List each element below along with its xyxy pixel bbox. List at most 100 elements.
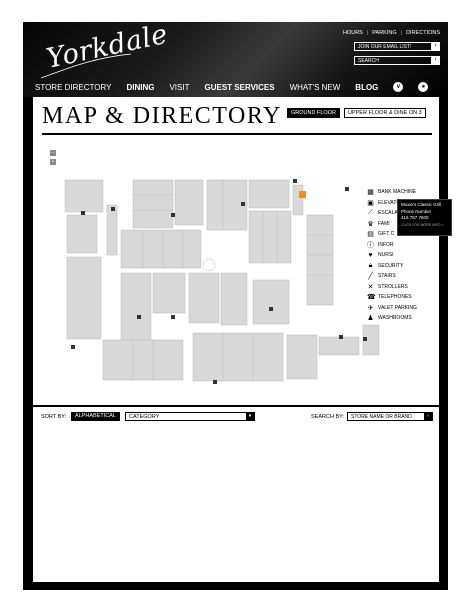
map-store[interactable] bbox=[286, 334, 318, 380]
email-signup-field[interactable]: JOIN OUR EMAIL LIST! › bbox=[354, 42, 440, 51]
map-store[interactable] bbox=[318, 336, 360, 356]
zoom-out-button[interactable]: − bbox=[50, 150, 56, 156]
legend-label: FAMI bbox=[378, 220, 390, 227]
legend-label: INFOR bbox=[378, 241, 394, 248]
map-store[interactable] bbox=[292, 184, 304, 216]
nav-blog[interactable]: BLOG bbox=[355, 83, 378, 92]
map-store[interactable] bbox=[306, 214, 334, 306]
legend-label: TELEPHONES bbox=[378, 294, 412, 301]
legend-washrooms[interactable]: ♟ WASHROOMS bbox=[367, 313, 417, 324]
site-search-input[interactable]: SEARCH › bbox=[354, 56, 440, 65]
stroller-icon: ✕ bbox=[367, 283, 374, 291]
map-store[interactable] bbox=[66, 256, 102, 340]
map-store[interactable] bbox=[192, 332, 284, 382]
legend-strollers[interactable]: ✕ STROLLERS bbox=[367, 282, 417, 293]
nav-whats-new[interactable]: WHAT'S NEW bbox=[290, 83, 341, 92]
valet-icon: ✈ bbox=[367, 304, 374, 312]
store-search-input[interactable]: STORE NAME OR BRAND › bbox=[347, 412, 433, 421]
popup-store-name: Moxie's Classic Grill bbox=[401, 202, 442, 207]
map-store[interactable] bbox=[132, 179, 174, 229]
parking-link[interactable]: PARKING bbox=[372, 30, 396, 36]
stroller-icon bbox=[213, 380, 217, 384]
title-divider bbox=[42, 133, 432, 135]
legend-telephones[interactable]: ☎ TELEPHONES bbox=[367, 292, 417, 303]
center-court bbox=[202, 258, 216, 272]
telephone-icon bbox=[339, 335, 343, 339]
sort-category-select[interactable]: CATEGORY ▾ bbox=[125, 412, 255, 421]
washroom-icon bbox=[171, 315, 175, 319]
chevron-down-icon[interactable]: ▾ bbox=[246, 413, 254, 420]
legend-nursing[interactable]: ♥ NURSI bbox=[367, 250, 417, 261]
legend-label: BANK MACHINE bbox=[378, 189, 417, 196]
sort-bar: SORT BY: ALPHABETICAL CATEGORY ▾ SEARCH … bbox=[33, 407, 439, 427]
hours-link[interactable]: HOURS bbox=[343, 30, 363, 36]
elevator-icon bbox=[71, 345, 75, 349]
site-search-label: SEARCH bbox=[358, 58, 379, 64]
nav-dining[interactable]: DINING bbox=[126, 83, 154, 92]
nav-guest-services[interactable]: GUEST SERVICES bbox=[204, 83, 274, 92]
legend-label: GIFT C bbox=[378, 231, 395, 238]
washroom-icon bbox=[81, 211, 85, 215]
legend-stairs[interactable]: ╱ STAIRS bbox=[367, 271, 417, 282]
search-submit-arrow-icon[interactable]: › bbox=[431, 56, 440, 65]
map-store[interactable] bbox=[220, 272, 248, 326]
sort-alphabetical-button[interactable]: ALPHABETICAL bbox=[71, 412, 120, 421]
search-arrow-icon[interactable]: › bbox=[424, 413, 432, 420]
site-header: Yorkdale HOURS | PARKING | DIRECTIONS JO… bbox=[23, 19, 448, 97]
popup-more-info-link[interactable]: CLICK FOR MORE INFO > bbox=[401, 222, 448, 229]
email-submit-arrow-icon[interactable]: › bbox=[431, 42, 440, 51]
map-store[interactable] bbox=[102, 339, 184, 381]
vimeo-icon[interactable]: v bbox=[393, 82, 404, 92]
washroom-icon bbox=[137, 315, 141, 319]
elevator-icon bbox=[293, 179, 297, 183]
family-icon: ♛ bbox=[367, 220, 374, 228]
washroom-icon: ♟ bbox=[367, 315, 374, 323]
map-store[interactable] bbox=[174, 179, 204, 226]
bank-icon bbox=[345, 187, 349, 191]
legend-label: STAIRS bbox=[378, 273, 396, 280]
main-nav: STORE DIRECTORY DINING VISIT GUEST SERVI… bbox=[35, 82, 445, 92]
upper-floor-tab[interactable]: UPPER FLOOR & DINE ON 3 bbox=[344, 108, 426, 118]
directions-link[interactable]: DIRECTIONS bbox=[406, 30, 440, 36]
email-signup-label: JOIN OUR EMAIL LIST! bbox=[358, 44, 412, 50]
sort-category-label: CATEGORY bbox=[129, 414, 160, 420]
legend-security[interactable]: 🔒︎ SECURITY bbox=[367, 261, 417, 272]
social-icon[interactable]: ● bbox=[418, 82, 429, 92]
map-store[interactable] bbox=[248, 210, 292, 264]
zoom-in-button[interactable]: + bbox=[50, 159, 56, 165]
site-frame: Yorkdale HOURS | PARKING | DIRECTIONS JO… bbox=[23, 19, 452, 590]
legend-label: STROLLERS bbox=[378, 283, 408, 290]
mall-map[interactable] bbox=[63, 175, 383, 385]
nav-visit[interactable]: VISIT bbox=[169, 83, 189, 92]
map-store[interactable] bbox=[106, 204, 118, 256]
map-store[interactable] bbox=[248, 179, 290, 209]
ground-floor-tab[interactable]: GROUND FLOOR bbox=[287, 108, 340, 118]
map-store[interactable] bbox=[120, 229, 202, 269]
separator: | bbox=[366, 30, 369, 36]
map-store[interactable] bbox=[120, 272, 152, 344]
legend-valet-parking[interactable]: ✈ VALET PARKING bbox=[367, 303, 417, 314]
elevator-icon: ▣ bbox=[367, 199, 374, 207]
legend-bank-machine[interactable]: ▦ BANK MACHINE bbox=[367, 187, 417, 198]
highlighted-store[interactable] bbox=[299, 191, 306, 198]
gift-icon: ▤ bbox=[367, 231, 374, 239]
security-icon: 🔒︎ bbox=[368, 261, 373, 269]
map-store[interactable] bbox=[64, 179, 104, 213]
separator: | bbox=[400, 30, 403, 36]
legend-information[interactable]: ⓘ INFOR bbox=[367, 240, 417, 251]
map-store[interactable] bbox=[152, 272, 186, 314]
map-store[interactable] bbox=[188, 272, 220, 324]
nav-store-directory[interactable]: STORE DIRECTORY bbox=[35, 83, 111, 92]
directory-list bbox=[33, 427, 439, 582]
info-icon bbox=[171, 213, 175, 217]
telephone-icon: ☎ bbox=[367, 294, 376, 302]
legend-label: SECURITY bbox=[378, 262, 404, 269]
top-links: HOURS | PARKING | DIRECTIONS bbox=[343, 30, 440, 36]
map-store[interactable] bbox=[252, 279, 290, 325]
info-icon: ⓘ bbox=[367, 241, 374, 249]
yorkdale-logo[interactable]: Yorkdale bbox=[33, 19, 171, 79]
escalator-icon: ⟋ bbox=[368, 209, 373, 217]
map-store[interactable] bbox=[66, 214, 98, 254]
store-popup[interactable]: Moxie's Classic Grill Phone Number 416 7… bbox=[397, 199, 452, 236]
washroom-icon bbox=[269, 307, 273, 311]
